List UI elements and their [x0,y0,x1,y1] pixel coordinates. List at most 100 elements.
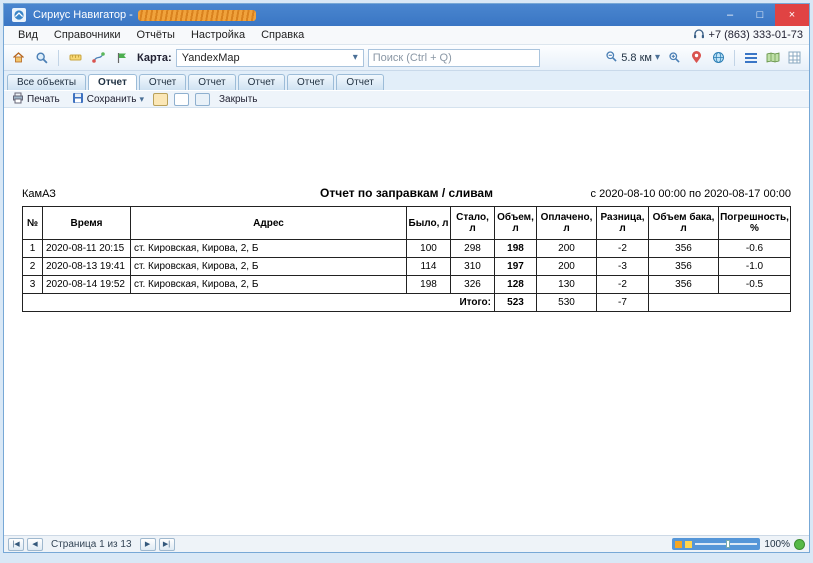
print-button[interactable]: Печать [9,91,63,108]
col-address: Адрес [131,207,407,240]
search-map-icon[interactable] [32,48,51,67]
marker-icon[interactable] [687,48,706,67]
cell-paid: 130 [537,276,597,294]
report-header: КамАЗ Отчет по заправкам / сливам с 2020… [22,186,791,200]
tab-report-3[interactable]: Отчет [188,74,235,90]
window-title: Сириус Навигатор - [33,9,133,21]
table-row: 3 2020-08-14 19:52 ст. Кировская, Кирова… [23,276,791,294]
menu-nastroyka[interactable]: Настройка [183,28,253,42]
menu-spravka[interactable]: Справка [253,28,312,42]
print-label: Печать [27,94,60,105]
cell-before: 198 [407,276,451,294]
search-input[interactable] [373,52,535,64]
map-label: Карта: [137,52,172,64]
main-toolbar: Карта: YandexMap 5.8 км [4,45,809,71]
save-icon [72,92,84,107]
flag-icon[interactable] [112,48,131,67]
map-scale-dropdown[interactable]: 5.8 км [603,50,662,66]
cell-time: 2020-08-11 20:15 [43,240,131,258]
cell-address: ст. Кировская, Кирова, 2, Б [131,258,407,276]
cell-after: 310 [451,258,495,276]
ruler-icon[interactable] [66,48,85,67]
totals-row: Итого: 523 530 -7 [23,294,791,312]
grid-icon[interactable] [785,48,804,67]
table-header-row: № Время Адрес Было, л Стало, л Объем, л … [23,207,791,240]
cell-volume: 198 [495,240,537,258]
toolbar-separator [734,50,735,66]
save-button[interactable]: Сохранить [69,91,147,108]
first-page-button[interactable]: |◀ [8,538,24,551]
prev-page-button[interactable]: ◀ [27,538,43,551]
map-panel-icon[interactable] [763,48,782,67]
whole-page-button[interactable] [195,93,210,106]
zoom-level: 100% [764,539,790,550]
report-period: с 2020-08-10 00:00 по 2020-08-17 00:00 [591,188,791,200]
cell-after: 326 [451,276,495,294]
route-icon[interactable] [89,48,108,67]
zoom-out-chip[interactable] [675,541,682,548]
window-controls: – □ × [715,4,809,26]
page-indicator: Страница 1 из 13 [46,539,137,550]
col-volume: Объем, л [495,207,537,240]
zoom-slider[interactable] [672,538,760,550]
zoom-thumb[interactable] [726,540,730,548]
last-page-button[interactable]: ▶| [159,538,175,551]
cell-tank-volume: 356 [649,276,719,294]
report-table: № Время Адрес Было, л Стало, л Объем, л … [22,206,791,312]
cell-paid: 200 [537,258,597,276]
report-toolbar: Печать Сохранить Закрыть [4,90,809,108]
map-provider-value: YandexMap [182,52,240,64]
maximize-button[interactable]: □ [745,4,775,26]
search-box [368,49,540,67]
cell-difference: -2 [597,276,649,294]
page-width-button[interactable] [174,93,189,106]
globe-icon[interactable] [709,48,728,67]
save-label: Сохранить [87,94,137,105]
cell-time: 2020-08-13 19:41 [43,258,131,276]
col-time: Время [43,207,131,240]
report-page: КамАЗ Отчет по заправкам / сливам с 2020… [4,108,809,312]
tab-report-active[interactable]: Отчет [88,74,137,90]
map-provider-select[interactable]: YandexMap [176,49,364,67]
titlebar: Сириус Навигатор - – □ × [4,4,809,26]
tab-report-2[interactable]: Отчет [139,74,186,90]
menu-vid[interactable]: Вид [10,28,46,42]
tab-report-6[interactable]: Отчет [336,74,383,90]
app-icon [9,6,28,25]
cell-before: 100 [407,240,451,258]
zoom-in-icon[interactable] [665,48,684,67]
cell-error-pct: -1.0 [719,258,791,276]
list-icon[interactable] [741,48,760,67]
page-setup-button[interactable] [153,93,168,106]
fit-page-button[interactable] [794,539,805,550]
tab-report-4[interactable]: Отчет [238,74,285,90]
tab-all-objects[interactable]: Все объекты [7,74,86,90]
close-button[interactable]: × [775,4,809,26]
cell-tank-volume: 356 [649,258,719,276]
headset-icon [693,28,705,43]
map-scale-value: 5.8 км [621,52,652,64]
close-report-button[interactable]: Закрыть [216,93,261,106]
tab-report-5[interactable]: Отчет [287,74,334,90]
redacted-company-name [138,10,256,21]
toolbar-separator [58,50,59,66]
totals-paid: 530 [537,294,597,312]
cell-address: ст. Кировская, Кирова, 2, Б [131,276,407,294]
menu-otchety[interactable]: Отчёты [129,28,183,42]
zoom-out-icon [605,50,618,66]
totals-label: Итого: [23,294,495,312]
cell-error-pct: -0.6 [719,240,791,258]
next-page-button[interactable]: ▶ [140,538,156,551]
menu-spravochniki[interactable]: Справочники [46,28,129,42]
cell-volume: 197 [495,258,537,276]
statusbar-right: 100% [672,538,805,550]
minimize-button[interactable]: – [715,4,745,26]
cell-address: ст. Кировская, Кирова, 2, Б [131,240,407,258]
col-difference: Разница, л [597,207,649,240]
col-tank-volume: Объем бака, л [649,207,719,240]
zoom-track[interactable] [695,543,757,545]
app-window: Сириус Навигатор - – □ × Вид Справочники… [3,3,810,553]
col-after: Стало, л [451,207,495,240]
zoom-in-chip[interactable] [685,541,692,548]
home-icon[interactable] [9,48,28,67]
